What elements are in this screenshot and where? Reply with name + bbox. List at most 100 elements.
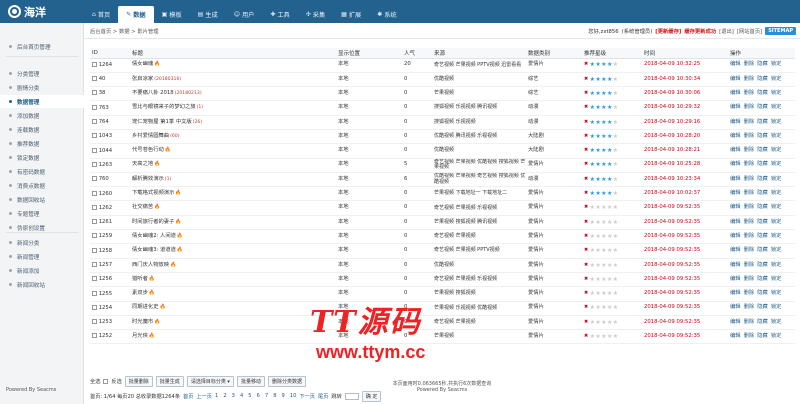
star-icon[interactable]: ★ (607, 191, 612, 197)
clear-rating-icon[interactable]: ✖ (584, 233, 588, 240)
lock-link[interactable]: 锁定 (771, 219, 782, 225)
edit-link[interactable]: 编辑 (730, 76, 741, 82)
star-rating[interactable]: ✖ ★ ★ ★ ★ ★ (584, 290, 618, 297)
star-icon[interactable]: ★ (607, 148, 612, 154)
star-rating[interactable]: ✖ ★ ★ ★ ★ ★ (584, 262, 618, 269)
star-rating[interactable]: ✖ ★ ★ ★ ★ ★ (584, 119, 618, 126)
edit-link[interactable]: 编辑 (730, 147, 741, 153)
delete-link[interactable]: 删除 (744, 104, 755, 110)
clear-rating-icon[interactable]: ✖ (584, 248, 588, 254)
star-rating[interactable]: ✖ ★ ★ ★ ★ ★ (584, 190, 618, 197)
delete-link[interactable]: 删除 (744, 319, 755, 325)
star-icon[interactable]: ★ (601, 105, 606, 111)
nav-item-4[interactable]: ☺ 用户 (226, 6, 263, 23)
edit-link[interactable]: 编辑 (730, 276, 741, 282)
page-link[interactable]: 2 (223, 393, 226, 399)
hide-link[interactable]: 隐藏 (757, 104, 768, 110)
sidebar-item-3[interactable]: 数据管理 (0, 95, 84, 108)
star-icon[interactable]: ★ (601, 148, 606, 154)
star-icon[interactable]: ★ (613, 162, 618, 168)
row-checkbox[interactable] (92, 276, 97, 282)
row-title-link[interactable]: 倩女幽魂2: 人间道 (132, 233, 176, 239)
edit-link[interactable]: 编辑 (730, 247, 741, 253)
row-checkbox[interactable] (92, 262, 97, 267)
row-checkbox[interactable] (92, 161, 97, 167)
row-title-link[interactable]: 张启凉家 (132, 76, 153, 82)
sidebar-item-1[interactable]: 分类管理 (0, 67, 84, 80)
delete-link[interactable]: 删除 (744, 247, 755, 253)
star-icon[interactable]: ★ (607, 277, 612, 283)
sidebar-item-14[interactable]: 新闻管理 (0, 250, 84, 263)
row-title-link[interactable]: 天高之地 (132, 161, 153, 168)
sidebar-item-7[interactable]: 锁定数据 (0, 151, 84, 164)
delete-link[interactable]: 删除 (744, 262, 755, 268)
star-icon[interactable]: ★ (595, 262, 600, 269)
delete-link[interactable]: 删除 (744, 61, 755, 68)
lock-link[interactable]: 锁定 (771, 161, 782, 168)
star-rating[interactable]: ✖ ★ ★ ★ ★ ★ (584, 90, 618, 97)
star-rating[interactable]: ✖ ★ ★ ★ ★ ★ (584, 305, 618, 311)
row-title-link[interactable]: 乡村爱情圆舞曲 (132, 133, 169, 139)
star-icon[interactable]: ★ (607, 134, 612, 140)
row-title-link[interactable]: 西门庆人物放映 (132, 262, 169, 268)
hide-link[interactable]: 隐藏 (757, 204, 768, 211)
sidebar-item-9[interactable]: 消费点数据 (0, 179, 84, 192)
hide-link[interactable]: 隐藏 (757, 190, 768, 196)
lock-link[interactable]: 锁定 (771, 204, 782, 211)
page-link[interactable]: 5 (248, 393, 251, 399)
pager-last[interactable]: 尾页 (318, 393, 328, 400)
edit-link[interactable]: 编辑 (730, 133, 741, 139)
star-rating[interactable]: ✖ ★ ★ ★ ★ ★ (584, 333, 618, 340)
star-icon[interactable]: ★ (607, 76, 612, 83)
star-icon[interactable]: ★ (607, 205, 612, 211)
star-rating[interactable]: ✖ ★ ★ ★ ★ ★ (584, 76, 618, 83)
star-rating[interactable]: ✖ ★ ★ ★ ★ ★ (584, 62, 618, 68)
star-rating[interactable]: ✖ ★ ★ ★ ★ ★ (584, 105, 618, 111)
row-checkbox[interactable] (92, 319, 97, 325)
lock-link[interactable]: 锁定 (771, 304, 782, 311)
star-icon[interactable]: ★ (595, 62, 600, 68)
star-icon[interactable]: ★ (590, 148, 595, 154)
row-checkbox[interactable] (92, 204, 97, 210)
pager-prev[interactable]: 上一页 (196, 393, 212, 400)
clear-rating-icon[interactable]: ✖ (584, 305, 588, 311)
sidebar-item-5[interactable]: 连载数据 (0, 123, 84, 136)
row-checkbox[interactable] (92, 76, 97, 82)
hide-link[interactable]: 隐藏 (757, 233, 768, 239)
clear-rating-icon[interactable]: ✖ (584, 76, 588, 83)
edit-link[interactable]: 编辑 (730, 104, 741, 110)
star-icon[interactable]: ★ (601, 334, 606, 340)
star-icon[interactable]: ★ (590, 134, 595, 140)
star-icon[interactable]: ★ (607, 91, 612, 97)
nav-item-6[interactable]: ✣ 采集 (298, 6, 333, 23)
row-title-link[interactable]: 社交痛苦 (132, 204, 153, 211)
star-icon[interactable]: ★ (601, 262, 606, 269)
hide-link[interactable]: 隐藏 (757, 219, 768, 225)
star-icon[interactable]: ★ (601, 162, 606, 168)
edit-link[interactable]: 编辑 (730, 319, 741, 325)
hide-link[interactable]: 隐藏 (757, 276, 768, 282)
delete-link[interactable]: 删除 (744, 133, 755, 139)
clear-rating-icon[interactable]: ✖ (584, 176, 588, 183)
star-rating[interactable]: ✖ ★ ★ ★ ★ ★ (584, 248, 618, 254)
edit-link[interactable]: 编辑 (730, 61, 741, 68)
star-icon[interactable]: ★ (590, 205, 595, 211)
sitemap-button[interactable]: SITEMAP (765, 26, 796, 35)
row-checkbox[interactable] (92, 90, 97, 96)
star-icon[interactable]: ★ (613, 277, 618, 283)
star-icon[interactable]: ★ (613, 76, 618, 83)
star-icon[interactable]: ★ (601, 234, 606, 240)
sidebar-item-6[interactable]: 推荐数据 (0, 137, 84, 150)
delete-link[interactable]: 删除 (744, 276, 755, 282)
lock-link[interactable]: 锁定 (771, 333, 782, 339)
delete-link[interactable]: 删除 (744, 147, 755, 153)
edit-link[interactable]: 编辑 (730, 190, 741, 196)
lock-link[interactable]: 锁定 (771, 190, 782, 196)
star-icon[interactable]: ★ (595, 219, 600, 226)
lock-link[interactable]: 锁定 (771, 319, 782, 325)
lock-link[interactable]: 锁定 (771, 290, 782, 296)
star-icon[interactable]: ★ (590, 262, 595, 269)
star-icon[interactable]: ★ (607, 262, 612, 269)
edit-link[interactable]: 编辑 (730, 119, 741, 125)
star-icon[interactable]: ★ (613, 262, 618, 269)
